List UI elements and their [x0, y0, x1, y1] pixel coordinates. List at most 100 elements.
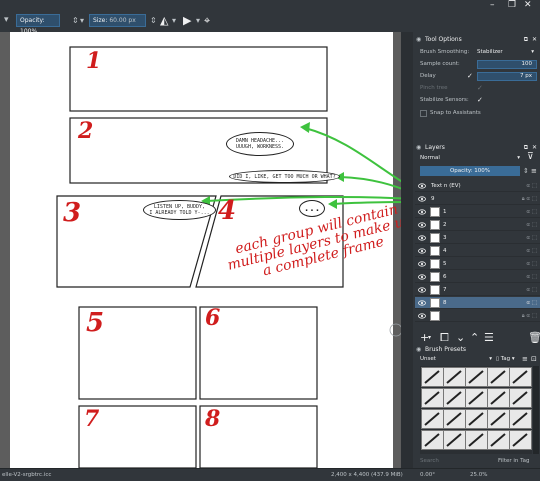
speech-bubble-3: LISTEN UP, BUDDY, I ALREADY TOLD Y-... — [143, 200, 216, 220]
preset-search-input[interactable]: Search — [420, 457, 480, 466]
visibility-eye-icon[interactable] — [418, 312, 426, 320]
visibility-eye-icon[interactable] — [418, 221, 426, 229]
layer-name: 5 — [443, 261, 447, 267]
blend-mode-select[interactable]: Normal ▾ — [420, 154, 520, 163]
layer-flags: α ⬚ — [526, 287, 537, 293]
brush-presets-title: ◉ Brush Presets — [416, 346, 467, 353]
layer-thumbnail — [430, 298, 440, 308]
pinch-tree-checkbox-icon[interactable]: ✓ — [477, 84, 483, 93]
layer-thumbnail — [430, 272, 440, 282]
stabilize-sensors-checkbox-icon[interactable]: ✓ — [477, 96, 483, 105]
properties-icon[interactable]: ☰ — [484, 332, 494, 343]
layer-row[interactable]: 3 α ⬚ — [415, 232, 540, 244]
speech-bubble-4: ... — [299, 200, 325, 217]
layer-name: 1 — [443, 209, 447, 215]
panel-number-3: 3 — [63, 198, 82, 228]
layer-name: 4 — [443, 248, 447, 254]
visibility-eye-icon[interactable] — [418, 234, 426, 242]
visibility-eye-icon[interactable] — [418, 286, 426, 294]
panel-number-1: 1 — [86, 48, 102, 74]
layer-thumbnail — [430, 207, 440, 217]
pinch-tree-label: Pinch tree — [420, 85, 448, 91]
visibility-eye-icon[interactable] — [418, 299, 426, 307]
layer-name: 6 — [443, 274, 447, 280]
lock-icon[interactable]: 🔒︎ α ⬚ — [522, 310, 537, 322]
visibility-eye-icon[interactable] — [418, 208, 426, 216]
close-docker-icon[interactable]: ✕ — [532, 34, 537, 45]
filter-in-tag-checkbox[interactable]: Filter in Tag — [498, 457, 529, 466]
brush-smoothing-select[interactable]: Stabilizer ▾ — [477, 48, 537, 57]
layer-thumbnail — [430, 259, 440, 269]
layer-flags: α ⬚ — [526, 209, 537, 215]
menu-icon[interactable]: ≡ — [531, 166, 537, 176]
layer-row[interactable]: 🔒︎ α ⬚ — [415, 310, 540, 322]
layer-thumbnail — [430, 220, 440, 230]
visibility-eye-icon[interactable] — [418, 273, 426, 281]
layer-row[interactable]: Text n (EV) α ⬚ — [415, 180, 540, 192]
delay-checkbox-icon[interactable]: ✓ — [467, 72, 473, 81]
layer-thumbnail — [430, 311, 440, 321]
layer-flags: α ⬚ — [526, 222, 537, 228]
brush-presets-icon: ◉ — [416, 346, 422, 353]
layer-row[interactable]: 9 🔒︎ α ⬚ — [415, 193, 540, 205]
visibility-eye-icon[interactable] — [418, 260, 426, 268]
rotation-field[interactable]: 0.00° — [420, 469, 435, 481]
layer-thumbnail — [430, 246, 440, 256]
snap-assistants-checkbox[interactable] — [420, 110, 427, 117]
move-down-icon[interactable]: ⌄ — [456, 332, 465, 343]
visibility-eye-icon[interactable] — [418, 247, 426, 255]
preset-filter-select[interactable]: Unset ▾ — [420, 355, 492, 364]
layer-name: Text n (EV) — [431, 183, 461, 189]
layer-thumbnail — [430, 233, 440, 243]
layer-flags: α ⬚ — [526, 235, 537, 241]
layers-icon: ◉ — [416, 144, 422, 151]
panel-number-7: 7 — [84, 406, 100, 432]
panel-frame-1 — [69, 46, 328, 112]
layer-row[interactable]: 6 α ⬚ — [415, 271, 540, 283]
layer-row-selected[interactable]: 8 α ⬚ — [415, 297, 540, 309]
layer-name: 9 — [431, 196, 435, 202]
canvas-vertical-scrollbar[interactable] — [401, 32, 413, 468]
zoom-field[interactable]: 25.0% — [470, 469, 487, 481]
duplicate-layer-icon[interactable]: ⧠ — [440, 332, 449, 343]
layer-flags: α ⬚ — [526, 274, 537, 280]
layer-row[interactable]: 4 α ⬚ — [415, 245, 540, 257]
layer-row[interactable]: 1 α ⬚ — [415, 206, 540, 218]
layer-thumbnail — [430, 285, 440, 295]
layer-row[interactable]: 2 α ⬚ — [415, 219, 540, 231]
tool-options-icon: ◉ — [416, 36, 422, 43]
visibility-eye-icon[interactable] — [418, 195, 426, 203]
layer-row[interactable]: 5 α ⬚ — [415, 258, 540, 270]
layer-flags: α ⬚ — [526, 300, 537, 306]
layer-name: 7 — [443, 287, 447, 293]
delay-field[interactable]: 7 px — [477, 72, 537, 81]
move-up-icon[interactable]: ⌃ — [470, 332, 479, 343]
filter-icon[interactable]: ⊽ — [527, 153, 534, 162]
tag-select[interactable]: ▯ Tag ▾ — [496, 355, 515, 364]
sample-count-label: Sample count: — [420, 61, 460, 67]
layer-row[interactable]: 7 α ⬚ — [415, 284, 540, 296]
layer-flags: α ⬚ — [526, 183, 537, 189]
menu-icon[interactable]: ≡ — [522, 355, 528, 364]
delay-label: Delay — [420, 73, 436, 79]
preset-scrollbar[interactable] — [533, 366, 539, 454]
lock-icon[interactable]: 🔒︎ α ⬚ — [522, 193, 537, 205]
layer-name: 3 — [443, 235, 447, 241]
layers-title: ◉ Layers ⧉ ✕ — [416, 144, 537, 151]
tool-options-title: ◉ Tool Options ⧉ ✕ — [416, 34, 537, 45]
layer-opacity-field[interactable]: Opacity: 100% — [420, 166, 520, 176]
status-bar: elle-V2-srgbtrc.icc 2,400 x 4,400 (437.9… — [0, 468, 540, 480]
color-profile-label: elle-V2-srgbtrc.icc — [2, 472, 52, 478]
dropdown-arrow-icon[interactable]: ▾ — [428, 332, 431, 343]
float-icon[interactable]: ⧉ — [524, 34, 528, 45]
view-mode-icon[interactable]: ⊡ — [531, 355, 537, 364]
visibility-eye-icon[interactable] — [418, 182, 426, 190]
delete-layer-icon[interactable]: 🗑︎ — [528, 332, 540, 343]
brush-stroke-previews — [424, 370, 528, 447]
layer-flags: α ⬚ — [526, 261, 537, 267]
image-dimensions-label: 2,400 x 4,400 (437.9 MiB) — [331, 472, 403, 478]
stabilize-sensors-label: Stabilize Sensors: — [420, 97, 469, 103]
snap-assistants-label: Snap to Assistants — [430, 110, 481, 116]
sample-count-field[interactable]: 100 — [477, 60, 537, 69]
stepper-icon[interactable]: ⇕ — [523, 166, 529, 176]
